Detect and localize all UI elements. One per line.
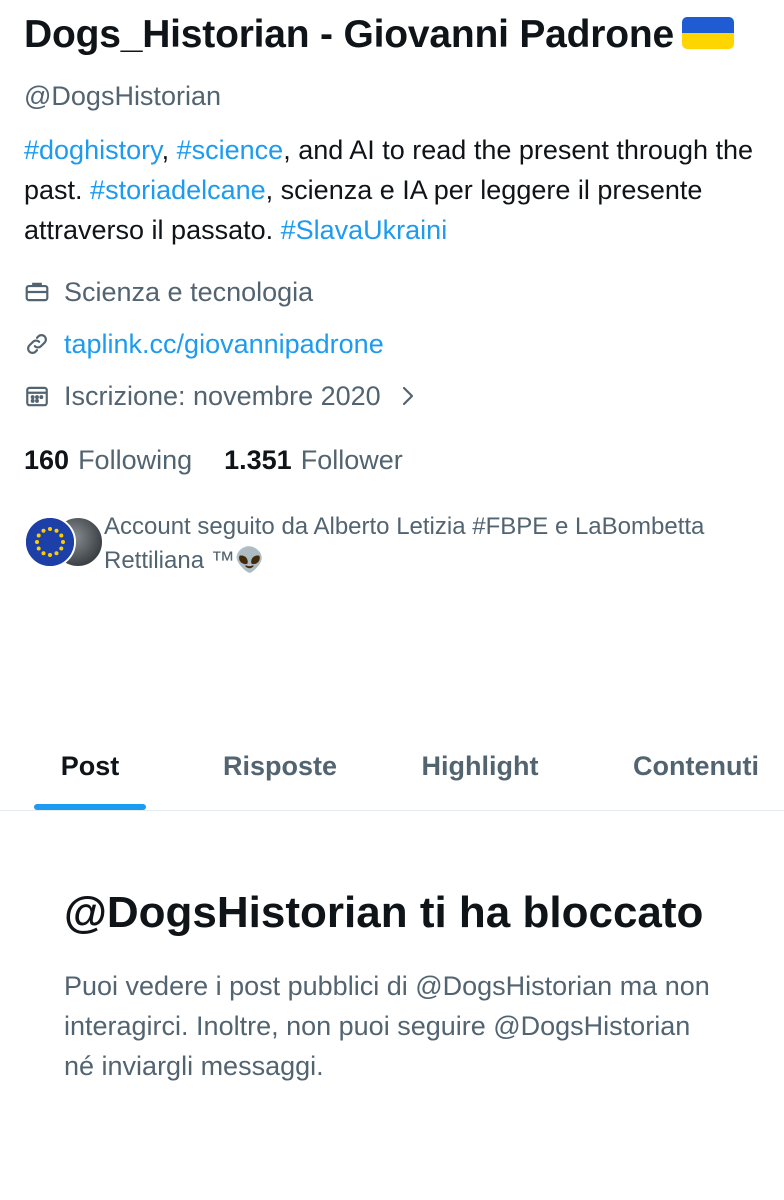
blocked-notice: @DogsHistorian ti ha bloccato Puoi veder… [64, 884, 724, 1086]
followed-by-avatars [24, 516, 106, 568]
profile-header: Dogs_Historian - Giovanni Padrone @DogsH… [24, 10, 760, 578]
chevron-right-icon [399, 385, 417, 407]
tab-highlight[interactable]: Highlight [404, 724, 556, 810]
ukraine-flag-icon [682, 17, 735, 49]
hashtag-link[interactable]: #SlavaUkraini [281, 215, 448, 245]
blocked-title: @DogsHistorian ti ha bloccato [64, 888, 704, 937]
profile-bio: #doghistory, #science, and AI to read th… [24, 135, 754, 245]
link-icon [24, 331, 50, 357]
profile-handle: @DogsHistorian [24, 81, 221, 111]
profile-meta: Scienza e tecnologia taplink.cc/giovanni… [24, 266, 760, 422]
follow-stats: 160 Following 1.351 Follower [24, 438, 760, 482]
calendar-icon [24, 383, 50, 409]
avatar [24, 516, 76, 568]
following-count[interactable]: 160 Following [24, 445, 192, 476]
active-tab-indicator [34, 804, 146, 810]
website-link[interactable]: taplink.cc/giovannipadrone [64, 329, 384, 360]
briefcase-icon [24, 279, 50, 305]
tab-contenuti[interactable]: Contenuti [618, 724, 774, 810]
hashtag-link[interactable]: #doghistory [24, 135, 162, 165]
profile-category: Scienza e tecnologia [24, 266, 760, 318]
followed-by[interactable]: Account seguito da Alberto Letizia #FBPE… [24, 510, 760, 578]
profile-page: Dogs_Historian - Giovanni Padrone @DogsH… [0, 0, 784, 1200]
tab-risposte[interactable]: Risposte [206, 724, 354, 810]
profile-tabs: Post Risposte Highlight Contenuti [0, 724, 784, 811]
tab-post[interactable]: Post [34, 724, 146, 810]
followed-by-text: Account seguito da Alberto Letizia #FBPE… [104, 513, 705, 574]
followers-count[interactable]: 1.351 Follower [224, 445, 403, 476]
hashtag-link[interactable]: #science [177, 135, 284, 165]
display-name: Dogs_Historian - Giovanni Padrone [24, 10, 760, 60]
profile-joined[interactable]: Iscrizione: novembre 2020 [24, 370, 760, 422]
hashtag-link[interactable]: #storiadelcane [90, 175, 266, 205]
blocked-description: Puoi vedere i post pubblici di @DogsHist… [64, 971, 710, 1081]
profile-website: taplink.cc/giovannipadrone [24, 318, 760, 370]
